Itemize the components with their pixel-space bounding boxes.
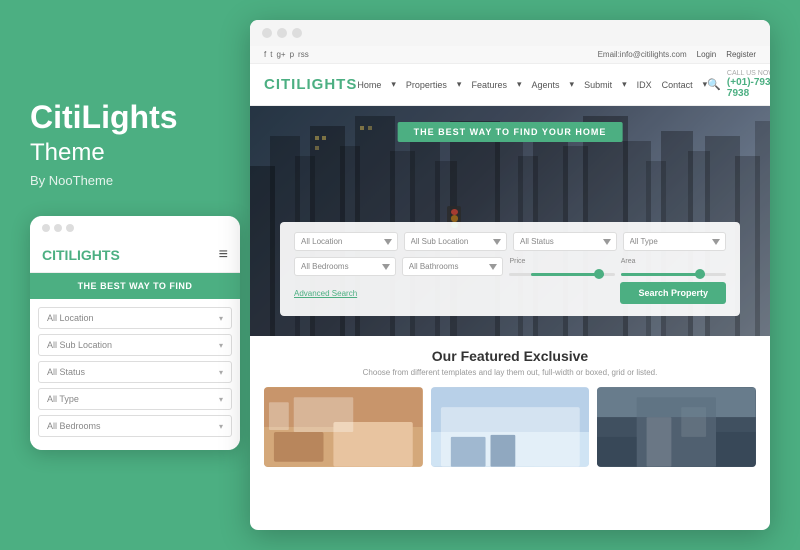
top-right-bar: Email:info@citilights.com Login Register xyxy=(598,50,756,59)
phone-number: (+01)-793-7938 xyxy=(727,77,770,99)
chevron-down-icon: ▾ xyxy=(219,395,223,404)
mobile-status-dropdown[interactable]: All Status ▾ xyxy=(38,361,232,383)
interior-scene-1 xyxy=(264,387,423,467)
nav-contact[interactable]: Contact xyxy=(662,80,693,90)
search-bottom-row: Advanced Search Search Property xyxy=(294,282,726,304)
price-slider-fill xyxy=(531,273,605,276)
property-image-3 xyxy=(597,387,756,467)
mobile-search-section: All Location ▾ All Sub Location ▾ All St… xyxy=(30,299,240,450)
chevron-down-icon: ▾ xyxy=(219,422,223,431)
featured-subtitle: Choose from different templates and lay … xyxy=(264,368,756,377)
area-slider-thumb[interactable] xyxy=(695,269,705,279)
property-card-2[interactable] xyxy=(431,387,590,467)
price-slider[interactable] xyxy=(509,273,614,276)
mobile-hero-banner: THE BEST WAY TO FIND xyxy=(30,273,240,299)
google-plus-icon[interactable]: g+ xyxy=(276,50,285,59)
desktop-nav-right: 🔍 CALL US NOW! (+01)-793-7938 📱 xyxy=(707,70,770,99)
property-grid xyxy=(264,387,756,467)
email-label: Email:info@citilights.com xyxy=(598,50,687,59)
left-panel: CitiLights Theme By NooTheme CITILIGHTS … xyxy=(30,100,250,450)
mobile-logo: CITILIGHTS xyxy=(42,247,120,263)
interior-scene-2 xyxy=(431,387,590,467)
mobile-location-dropdown[interactable]: All Location ▾ xyxy=(38,307,232,329)
search-row-2: All Bedrooms All Bathrooms Price Area xyxy=(294,257,726,276)
featured-section: Our Featured Exclusive Choose from diffe… xyxy=(250,336,770,479)
desktop-hero: THE BEST WAY TO FIND YOUR HOME All Locat… xyxy=(250,106,770,336)
nav-idx[interactable]: IDX xyxy=(637,80,652,90)
area-slider-fill xyxy=(621,273,705,276)
desktop-logo: CITILIGHTS xyxy=(264,76,357,93)
nav-agents[interactable]: Agents xyxy=(532,80,560,90)
property-card-3[interactable] xyxy=(597,387,756,467)
brand-subtitle: Theme xyxy=(30,139,250,167)
nav-home[interactable]: Home xyxy=(357,80,381,90)
desktop-nav: CITILIGHTS Home▾ Properties▾ Features▾ A… xyxy=(250,64,770,106)
mobile-bedrooms-dropdown[interactable]: All Bedrooms ▾ xyxy=(38,415,232,437)
nav-properties[interactable]: Properties xyxy=(406,80,447,90)
title-dot-3 xyxy=(292,28,302,38)
advanced-search-link[interactable]: Advanced Search xyxy=(294,289,357,298)
area-label: Area xyxy=(621,258,726,265)
hero-tagline: THE BEST WAY TO FIND YOUR HOME xyxy=(398,122,623,142)
title-dot-2 xyxy=(277,28,287,38)
hamburger-icon[interactable]: ≡ xyxy=(219,246,228,264)
desktop-social-bar: f t g+ p rss Email:info@citilights.com L… xyxy=(250,46,770,64)
price-block: Price xyxy=(509,258,614,276)
price-slider-thumb[interactable] xyxy=(594,269,604,279)
call-now-label: CALL US NOW! xyxy=(727,70,770,77)
pinterest-icon[interactable]: p xyxy=(290,50,294,59)
location-select[interactable]: All Location xyxy=(294,232,398,251)
brand-title: CitiLights xyxy=(30,100,250,135)
mobile-dot-3 xyxy=(66,224,74,232)
bedrooms-select[interactable]: All Bedrooms xyxy=(294,257,396,276)
search-property-button[interactable]: Search Property xyxy=(620,282,726,304)
area-slider[interactable] xyxy=(621,273,726,276)
rss-icon[interactable]: rss xyxy=(298,50,309,59)
mobile-dot-2 xyxy=(54,224,62,232)
nav-features[interactable]: Features xyxy=(471,80,507,90)
property-image-1 xyxy=(264,387,423,467)
brand-by: By NooTheme xyxy=(30,173,250,188)
exterior-scene-3 xyxy=(597,387,756,467)
mobile-title-bar xyxy=(30,216,240,238)
title-dot-1 xyxy=(262,28,272,38)
price-label: Price xyxy=(509,258,614,265)
property-image-2 xyxy=(431,387,590,467)
facebook-icon[interactable]: f xyxy=(264,50,266,59)
search-box: All Location All Sub Location All Status… xyxy=(280,222,740,316)
chevron-down-icon: ▾ xyxy=(219,341,223,350)
desktop-mockup: f t g+ p rss Email:info@citilights.com L… xyxy=(250,20,770,530)
social-icons: f t g+ p rss xyxy=(264,50,309,59)
desktop-title-bar xyxy=(250,20,770,46)
register-link[interactable]: Register xyxy=(726,50,756,59)
status-select[interactable]: All Status xyxy=(513,232,617,251)
mobile-dot-1 xyxy=(42,224,50,232)
type-select[interactable]: All Type xyxy=(623,232,727,251)
twitter-icon[interactable]: t xyxy=(270,50,272,59)
featured-title: Our Featured Exclusive xyxy=(264,348,756,364)
sublocation-select[interactable]: All Sub Location xyxy=(404,232,508,251)
mobile-sublocation-dropdown[interactable]: All Sub Location ▾ xyxy=(38,334,232,356)
search-icon[interactable]: 🔍 xyxy=(707,78,721,91)
call-now-block: CALL US NOW! (+01)-793-7938 xyxy=(727,70,770,99)
mobile-type-dropdown[interactable]: All Type ▾ xyxy=(38,388,232,410)
bathrooms-select[interactable]: All Bathrooms xyxy=(402,257,504,276)
mobile-mockup: CITILIGHTS ≡ THE BEST WAY TO FIND All Lo… xyxy=(30,216,240,450)
area-block: Area xyxy=(621,258,726,276)
mobile-nav: CITILIGHTS ≡ xyxy=(30,238,240,273)
search-row-1: All Location All Sub Location All Status… xyxy=(294,232,726,251)
chevron-down-icon: ▾ xyxy=(219,314,223,323)
property-card-1[interactable] xyxy=(264,387,423,467)
nav-submit[interactable]: Submit xyxy=(584,80,612,90)
login-link[interactable]: Login xyxy=(697,50,717,59)
desktop-nav-items: Home▾ Properties▾ Features▾ Agents▾ Subm… xyxy=(357,79,707,90)
chevron-down-icon: ▾ xyxy=(219,368,223,377)
